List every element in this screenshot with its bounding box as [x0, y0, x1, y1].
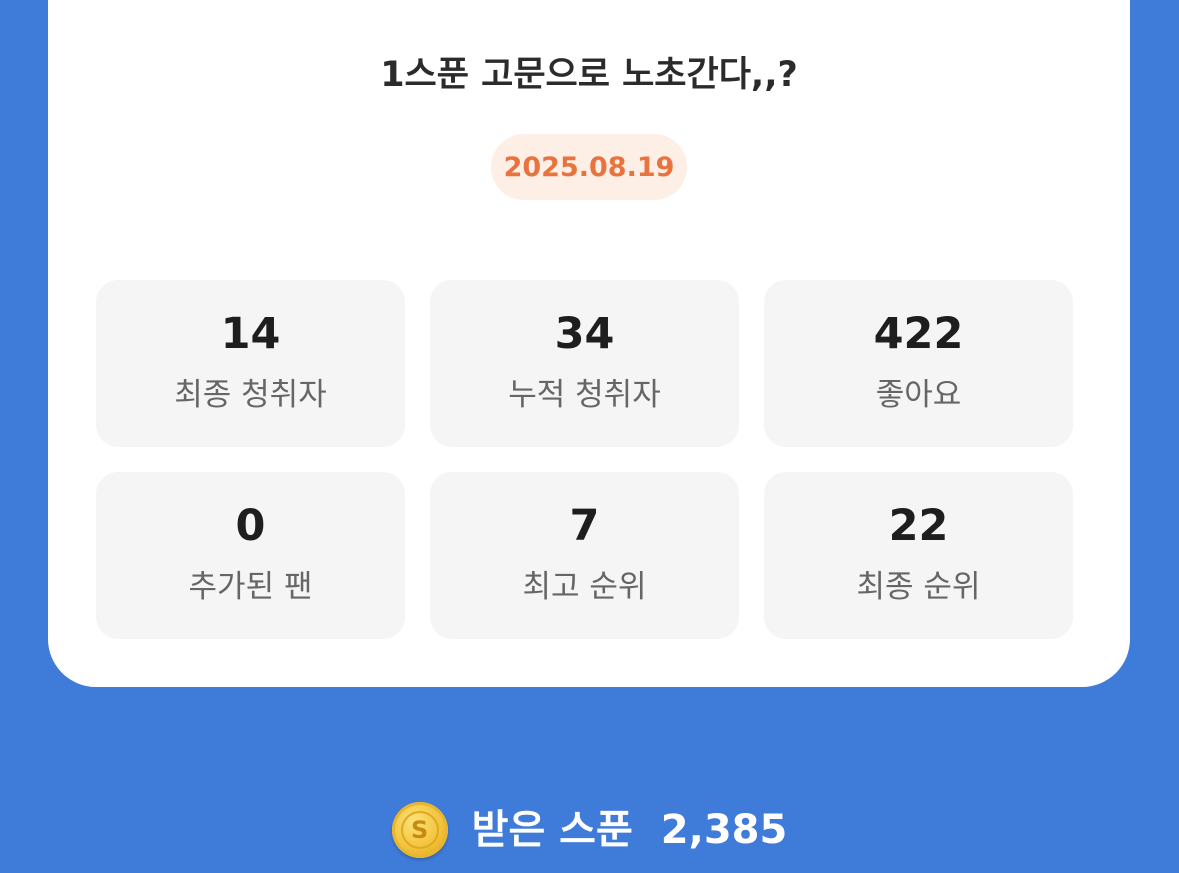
stat-label: 누적 청취자 — [508, 377, 661, 413]
received-spoons: S 받은 스푼 2,385 — [0, 800, 1179, 860]
stat-label: 최고 순위 — [522, 569, 647, 605]
stat-value: 14 — [220, 309, 281, 359]
stat-total-listeners: 34 누적 청취자 — [430, 280, 739, 447]
stat-likes: 422 좋아요 — [764, 280, 1073, 447]
stat-best-rank: 7 최고 순위 — [430, 472, 739, 639]
spoon-coin-icon: S — [391, 802, 448, 858]
stat-final-listeners: 14 최종 청취자 — [96, 280, 405, 447]
broadcast-summary-card: 1스푼 고문으로 노초간다,,? 2025.08.19 14 최종 청취자 34… — [48, 0, 1130, 687]
stat-final-rank: 22 최종 순위 — [764, 472, 1073, 639]
stat-value: 34 — [554, 309, 615, 359]
coin-letter: S — [400, 811, 439, 849]
broadcast-title: 1스푼 고문으로 노초간다,,? — [380, 55, 798, 95]
date-badge: 2025.08.19 — [491, 134, 687, 200]
stat-value: 0 — [235, 501, 266, 551]
received-value: 2,385 — [660, 807, 788, 853]
stat-added-fans: 0 추가된 팬 — [96, 472, 405, 639]
stats-grid: 14 최종 청취자 34 누적 청취자 422 좋아요 0 추가된 팬 7 최고… — [96, 280, 1073, 639]
stat-value: 7 — [569, 501, 600, 551]
stat-label: 좋아요 — [875, 377, 962, 413]
stat-value: 422 — [873, 309, 964, 359]
stat-label: 최종 순위 — [856, 569, 981, 605]
received-label: 받은 스푼 — [471, 807, 633, 853]
stat-label: 추가된 팬 — [188, 569, 313, 605]
stat-label: 최종 청취자 — [174, 377, 327, 413]
received-text: 받은 스푼 2,385 — [472, 810, 788, 850]
stat-value: 22 — [888, 501, 949, 551]
